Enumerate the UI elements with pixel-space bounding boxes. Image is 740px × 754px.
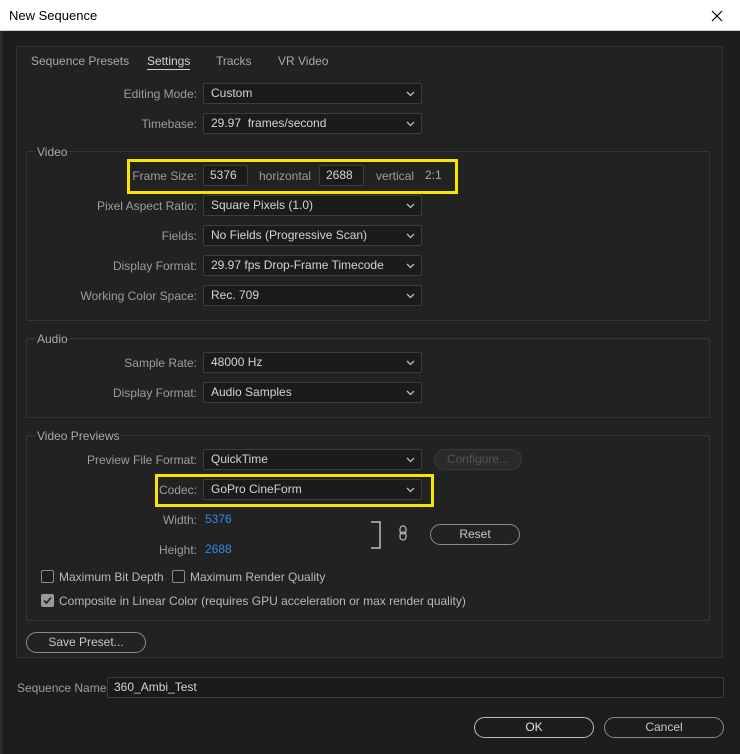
sequence-name-input[interactable]: 360_Ambi_Test [107,677,724,698]
vertical-label: vertical [376,169,415,183]
dimension-bracket [371,521,381,549]
sample-rate-value: 48000 Hz [211,355,263,369]
composite-linear-label: Composite in Linear Color (requires GPU … [59,594,466,608]
chevron-down-icon [406,121,415,127]
tab-vr-video[interactable]: VR Video [278,54,328,68]
fields-value: No Fields (Progressive Scan) [211,228,368,242]
window-edge [0,31,3,754]
timebase-dropdown[interactable]: 29.97 frames/second [203,113,422,134]
reset-button[interactable]: Reset [430,524,520,545]
audio-group-title: Audio [36,332,69,346]
working-color-space-dropdown[interactable]: Rec. 709 [203,285,422,306]
tab-tracks[interactable]: Tracks [216,54,252,68]
chevron-down-icon [406,233,415,239]
chevron-down-icon [406,293,415,299]
cancel-button[interactable]: Cancel [604,717,724,738]
fields-label: Fields: [161,229,197,243]
max-bit-depth-label: Maximum Bit Depth [59,570,164,584]
working-color-space-value: Rec. 709 [211,288,260,302]
close-icon [711,10,723,21]
chevron-down-icon [406,360,415,366]
chevron-down-icon [406,91,415,97]
preview-height-value[interactable]: 2688 [205,542,232,556]
pixel-aspect-label: Pixel Aspect Ratio: [96,199,197,213]
ok-button[interactable]: OK [474,717,594,738]
editing-mode-dropdown[interactable]: Custom [203,83,422,104]
audio-display-format-value: Audio Samples [211,385,292,399]
frame-width-input[interactable]: 5376 [203,165,248,186]
editing-mode-label: Editing Mode: [123,87,197,101]
editing-mode-value: Custom [211,86,253,100]
preview-file-format-value: QuickTime [211,452,268,466]
checkmark-icon [43,596,52,605]
aspect-ratio-value: 2:1 [425,168,442,182]
video-display-format-label: Display Format: [112,259,197,273]
fields-dropdown[interactable]: No Fields (Progressive Scan) [203,225,422,246]
pixel-aspect-value: Square Pixels (1.0) [211,198,314,212]
save-preset-button[interactable]: Save Preset... [26,632,146,653]
preview-file-format-label: Preview File Format: [86,453,197,467]
codec-label: Codec: [158,483,197,497]
sequence-name-label: Sequence Name: [17,681,110,695]
chevron-down-icon [406,390,415,396]
link-chain-icon[interactable] [398,525,408,541]
tab-sequence-presets[interactable]: Sequence Presets [31,54,129,68]
horizontal-label: horizontal [259,169,312,183]
window-title: New Sequence [9,8,98,23]
frame-size-label: Frame Size: [132,169,197,183]
preview-width-value[interactable]: 5376 [205,512,232,526]
tab-settings[interactable]: Settings [147,54,191,70]
title-bar: New Sequence [0,0,740,31]
codec-dropdown[interactable]: GoPro CineForm [203,479,422,500]
video-previews-group-title: Video Previews [36,429,121,443]
video-display-format-dropdown[interactable]: 29.97 fps Drop-Frame Timecode [203,255,422,276]
max-bit-depth-checkbox[interactable] [41,570,54,583]
codec-value: GoPro CineForm [211,482,302,496]
preview-height-label: Height: [158,543,197,557]
frame-height-input[interactable]: 2688 [319,165,364,186]
working-color-space-label: Working Color Space: [80,289,198,303]
max-render-quality-label: Maximum Render Quality [190,570,326,584]
chevron-down-icon [406,263,415,269]
preview-file-format-dropdown[interactable]: QuickTime [203,449,422,470]
composite-linear-checkbox[interactable] [41,594,54,607]
chevron-down-icon [406,457,415,463]
max-render-quality-checkbox[interactable] [172,570,185,583]
audio-group [26,338,710,418]
chevron-down-icon [406,487,415,493]
timebase-value: 29.97 frames/second [211,116,327,130]
sample-rate-dropdown[interactable]: 48000 Hz [203,352,422,373]
close-button[interactable] [694,0,740,31]
chevron-down-icon [406,203,415,209]
audio-display-format-dropdown[interactable]: Audio Samples [203,382,422,403]
pixel-aspect-dropdown[interactable]: Square Pixels (1.0) [203,195,422,216]
preview-width-label: Width: [162,513,197,527]
video-group-title: Video [36,145,69,159]
sample-rate-label: Sample Rate: [124,356,197,370]
audio-display-format-label: Display Format: [112,386,197,400]
video-display-format-value: 29.97 fps Drop-Frame Timecode [211,258,384,272]
configure-button[interactable]: Configure... [434,449,522,470]
timebase-label: Timebase: [141,117,197,131]
